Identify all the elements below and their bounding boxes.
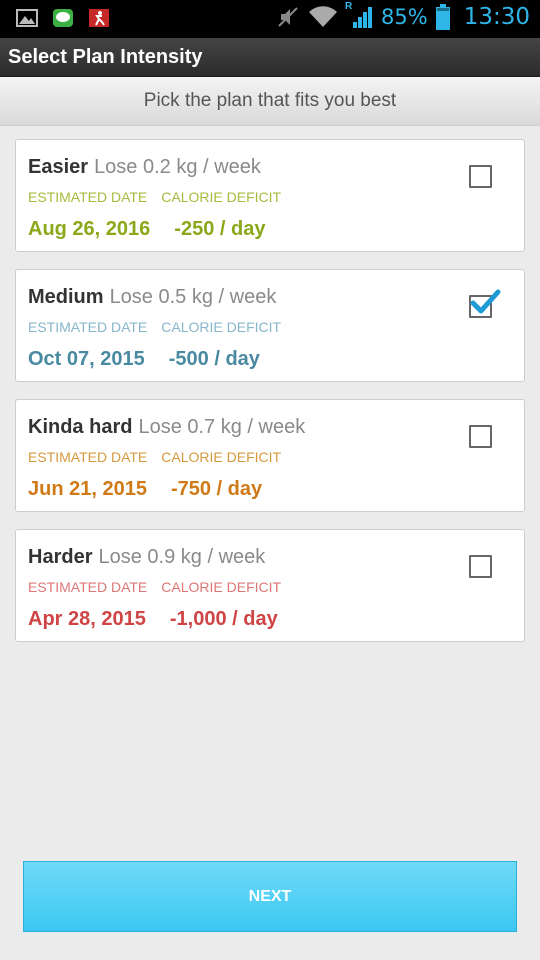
- plan-loss: Lose 0.7 kg / week: [138, 416, 306, 438]
- calorie-deficit-label: CALORIE DEFICIT: [161, 449, 282, 465]
- plan-title: Kinda hard Lose 0.7 kg / week: [28, 416, 305, 439]
- estimated-date-value: Oct 07, 2015: [28, 348, 145, 370]
- estimated-date-value: Aug 26, 2016: [28, 218, 151, 240]
- estimated-date-label: ESTIMATED DATE: [28, 579, 148, 595]
- calorie-deficit-label: CALORIE DEFICIT: [161, 579, 282, 595]
- status-bar: R 85% 13:30: [0, 0, 540, 38]
- estimated-date-label: ESTIMATED DATE: [28, 449, 148, 465]
- estimated-date-value: Jun 21, 2015: [28, 478, 147, 500]
- wifi-icon: [309, 6, 338, 28]
- plan-checkbox[interactable]: [469, 289, 501, 318]
- plan-card-medium[interactable]: Medium Lose 0.5 kg / week ESTIMATED DATE C…: [15, 269, 525, 382]
- plan-name: Harder: [28, 546, 93, 568]
- battery-percent: 85%: [381, 5, 428, 29]
- estimated-date-label: ESTIMATED DATE: [28, 189, 148, 205]
- plan-checkbox[interactable]: [469, 555, 492, 578]
- plan-card-easier[interactable]: Easier Lose 0.2 kg / week ESTIMATED DATE C…: [15, 139, 525, 252]
- estimated-date-label: ESTIMATED DATE: [28, 319, 148, 335]
- mute-icon: [278, 7, 298, 27]
- running-app-icon: [89, 9, 109, 27]
- plan-values: Jun 21, 2015 -750 / day: [28, 478, 262, 501]
- plan-title: Easier Lose 0.2 kg / week: [28, 156, 261, 179]
- notification-icons: [16, 8, 110, 28]
- plan-name: Kinda hard: [28, 416, 133, 438]
- line-app-icon: [53, 9, 73, 27]
- plan-labels: ESTIMATED DATE CALORIE DEFICIT: [28, 579, 295, 595]
- checkmark-icon: [470, 289, 501, 314]
- battery-icon: [435, 4, 450, 30]
- plan-loss: Lose 0.9 kg / week: [98, 546, 266, 568]
- calorie-deficit-value: -250 / day: [174, 218, 266, 240]
- calorie-deficit-value: -750 / day: [170, 478, 263, 500]
- plan-checkbox[interactable]: [469, 425, 492, 448]
- action-bar: Select Plan Intensity: [0, 38, 540, 77]
- plan-values: Apr 28, 2015 -1,000 / day: [28, 608, 278, 631]
- plan-loss: Lose 0.2 kg / week: [94, 156, 261, 178]
- estimated-date-value: Apr 28, 2015: [28, 608, 146, 630]
- plan-card-harder[interactable]: Harder Lose 0.9 kg / week ESTIMATED DATE C…: [15, 529, 525, 642]
- subheader-text: Pick the plan that fits you best: [143, 90, 397, 111]
- next-button-label: NEXT: [248, 887, 292, 905]
- plan-labels: ESTIMATED DATE CALORIE DEFICIT: [28, 319, 295, 335]
- plan-name: Medium: [28, 286, 104, 308]
- calorie-deficit-label: CALORIE DEFICIT: [161, 189, 282, 205]
- plan-card-kinda-hard[interactable]: Kinda hard Lose 0.7 kg / week ESTIMATED D…: [15, 399, 525, 512]
- plan-title: Medium Lose 0.5 kg / week: [28, 286, 276, 309]
- plan-loss: Lose 0.5 kg / week: [109, 286, 277, 308]
- system-icons: R 85% 13:30: [277, 1, 530, 30]
- page-title: Select Plan Intensity: [8, 46, 203, 68]
- subheader: Pick the plan that fits you best: [0, 77, 540, 126]
- plan-labels: ESTIMATED DATE CALORIE DEFICIT: [28, 449, 295, 465]
- gallery-icon: [16, 9, 38, 27]
- plan-name: Easier: [28, 156, 89, 178]
- clock: 13:30: [463, 4, 530, 30]
- next-button[interactable]: NEXT: [23, 861, 517, 932]
- plan-values: Oct 07, 2015 -500 / day: [28, 348, 260, 371]
- plan-title: Harder Lose 0.9 kg / week: [28, 546, 265, 569]
- calorie-deficit-value: -1,000 / day: [169, 608, 278, 630]
- plan-labels: ESTIMATED DATE CALORIE DEFICIT: [28, 189, 295, 205]
- plan-checkbox[interactable]: [469, 165, 492, 188]
- signal-icon: R: [345, 1, 373, 30]
- plan-values: Aug 26, 2016 -250 / day: [28, 218, 265, 241]
- calorie-deficit-value: -500 / day: [168, 348, 260, 370]
- calorie-deficit-label: CALORIE DEFICIT: [161, 319, 282, 335]
- plan-list: Easier Lose 0.2 kg / week ESTIMATED DATE C…: [15, 139, 525, 659]
